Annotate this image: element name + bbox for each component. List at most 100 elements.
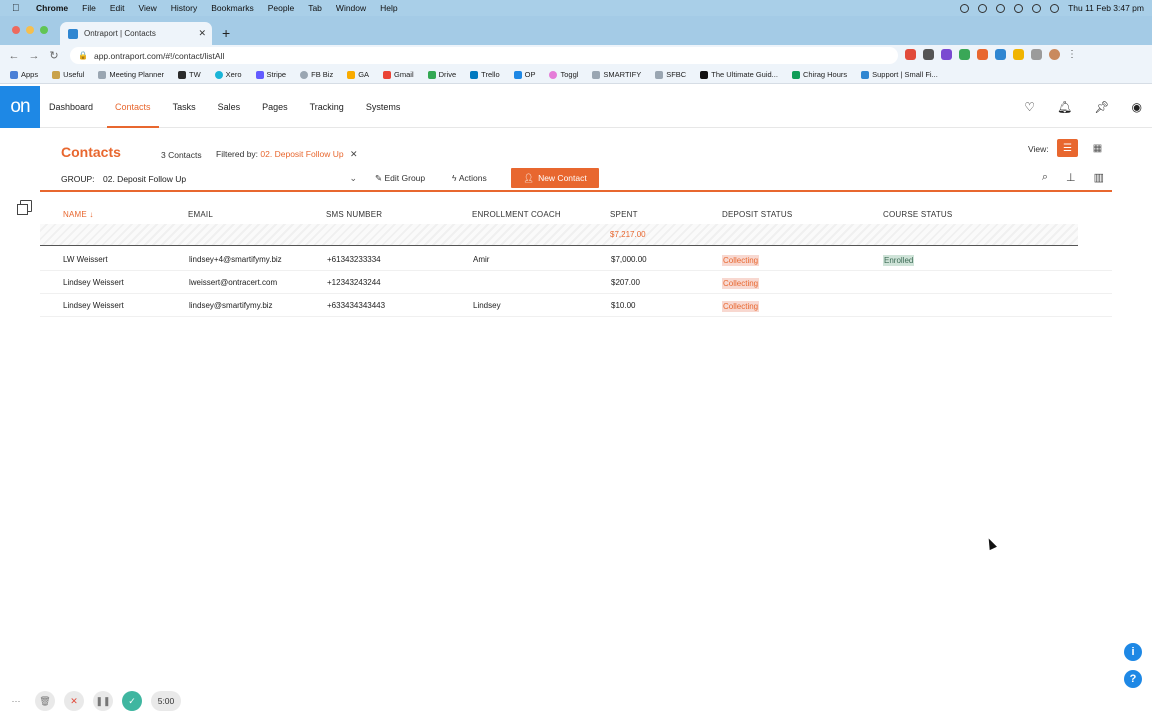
nav-contacts[interactable]: Contacts bbox=[107, 86, 158, 128]
column-header-name[interactable]: NAME ↓ bbox=[63, 210, 94, 219]
more-menu-icon[interactable]: ⋮ bbox=[1067, 49, 1078, 60]
minimize-window-button[interactable] bbox=[26, 26, 34, 34]
bookmark-item[interactable]: Apps bbox=[10, 70, 38, 79]
bookmark-item[interactable]: GA bbox=[347, 70, 369, 79]
bookmark-item[interactable]: Support | Small Fi... bbox=[861, 70, 938, 79]
finish-recording-button[interactable]: ✓ bbox=[122, 691, 142, 711]
pin-icon[interactable]: 📌︎ bbox=[1094, 100, 1109, 114]
bookmark-item[interactable]: Chirag Hours bbox=[791, 70, 847, 79]
menu-help[interactable]: Help bbox=[380, 3, 397, 13]
ontraport-logo[interactable]: on bbox=[0, 86, 40, 128]
table-row[interactable]: Lindsey Weissert lindsey@smartifymy.biz … bbox=[40, 294, 1112, 317]
search-icon[interactable]: ⌕ bbox=[1042, 171, 1048, 184]
nav-sales[interactable]: Sales bbox=[218, 86, 241, 128]
nav-tracking[interactable]: Tracking bbox=[310, 86, 344, 128]
bookmark-item[interactable]: Meeting Planner bbox=[98, 70, 164, 79]
menu-view[interactable]: View bbox=[138, 3, 156, 13]
menu-chrome[interactable]: Chrome bbox=[36, 3, 68, 13]
reload-icon[interactable]: ↻ bbox=[44, 49, 64, 62]
address-bar[interactable]: 🔒 app.ontraport.com/#!/contact/listAll bbox=[70, 47, 898, 64]
column-header-coach[interactable]: ENROLLMENT COACH bbox=[472, 210, 561, 219]
column-header-email[interactable]: EMAIL bbox=[188, 210, 213, 219]
bookmark-item[interactable]: Drive bbox=[427, 70, 456, 79]
nav-tasks[interactable]: Tasks bbox=[173, 86, 196, 128]
microphone-icon[interactable] bbox=[960, 3, 970, 13]
group-select[interactable]: 02. Deposit Follow Up ⌄ bbox=[103, 173, 357, 184]
columns-icon[interactable]: ▥ bbox=[1094, 171, 1104, 184]
profile-avatar[interactable] bbox=[1049, 49, 1060, 60]
menu-bookmarks[interactable]: Bookmarks bbox=[211, 3, 254, 13]
copy-panel-icon[interactable] bbox=[17, 200, 32, 215]
bookmark-item[interactable]: TW bbox=[178, 70, 201, 79]
remove-filter-icon[interactable]: ✕ bbox=[350, 149, 358, 159]
menu-file[interactable]: File bbox=[82, 3, 96, 13]
forward-icon[interactable]: → bbox=[24, 50, 44, 62]
bookmark-item[interactable]: FB Biz bbox=[300, 70, 333, 79]
extension-icon[interactable] bbox=[977, 49, 988, 60]
column-header-sms[interactable]: SMS NUMBER bbox=[326, 210, 382, 219]
column-header-course-status[interactable]: COURSE STATUS bbox=[883, 210, 952, 219]
extension-icon[interactable] bbox=[959, 49, 970, 60]
cell-name[interactable]: Lindsey Weissert bbox=[63, 278, 124, 287]
list-view-button[interactable]: ☰ bbox=[1057, 139, 1078, 157]
puzzle-icon[interactable] bbox=[1031, 49, 1042, 60]
maximize-window-button[interactable] bbox=[40, 26, 48, 34]
extension-icon[interactable] bbox=[923, 49, 934, 60]
bookmark-item[interactable]: The Ultimate Guid... bbox=[700, 70, 778, 79]
pin-icon[interactable]: ⊥ bbox=[1066, 171, 1076, 184]
clock[interactable]: Thu 11 Feb 3:47 pm bbox=[1068, 3, 1144, 13]
back-icon[interactable]: ← bbox=[4, 50, 24, 62]
help-button[interactable]: ? bbox=[1124, 670, 1142, 688]
menu-edit[interactable]: Edit bbox=[110, 3, 125, 13]
bookmark-item[interactable]: Stripe bbox=[255, 70, 286, 79]
nav-pages[interactable]: Pages bbox=[262, 86, 288, 128]
wifi-icon[interactable] bbox=[1032, 3, 1042, 13]
cell-name[interactable]: LW Weissert bbox=[63, 255, 108, 264]
new-contact-button[interactable]: 👤︎ New Contact bbox=[511, 168, 599, 188]
bookmark-item[interactable]: Useful bbox=[52, 70, 84, 79]
actions-button[interactable]: ϟ Actions bbox=[452, 173, 487, 183]
battery-icon[interactable] bbox=[1014, 3, 1024, 13]
browser-tab[interactable]: Ontraport | Contacts ✕ bbox=[60, 22, 212, 45]
bookmark-item[interactable]: Trello bbox=[470, 70, 500, 79]
bookmark-item[interactable]: Gmail bbox=[383, 70, 414, 79]
close-tab-icon[interactable]: ✕ bbox=[198, 28, 206, 39]
edit-group-button[interactable]: ✎ Edit Group bbox=[375, 173, 425, 184]
table-row[interactable]: Lindsey Weissert lweissert@ontracert.com… bbox=[40, 271, 1112, 294]
filter-value[interactable]: 02. Deposit Follow Up bbox=[260, 149, 343, 159]
user-icon[interactable]: ◉ bbox=[1132, 100, 1142, 114]
pause-icon[interactable]: ❚❚ bbox=[93, 691, 113, 711]
bookmark-item[interactable]: SMARTIFY bbox=[592, 70, 641, 79]
menu-people[interactable]: People bbox=[268, 3, 294, 13]
apple-icon[interactable]:  bbox=[12, 3, 24, 14]
menu-window[interactable]: Window bbox=[336, 3, 366, 13]
search-spotlight-icon[interactable] bbox=[1050, 3, 1060, 13]
bookmark-item[interactable]: Toggl bbox=[549, 70, 578, 79]
column-header-deposit-status[interactable]: DEPOSIT STATUS bbox=[722, 210, 792, 219]
more-icon[interactable]: ··· bbox=[6, 691, 26, 711]
table-row[interactable]: LW Weissert lindsey+4@smartifymy.biz +61… bbox=[40, 248, 1112, 271]
cancel-icon[interactable]: ✕ bbox=[64, 691, 84, 711]
info-button[interactable]: i bbox=[1124, 643, 1142, 661]
bookmark-item[interactable]: Xero bbox=[214, 70, 242, 79]
column-header-spent[interactable]: SPENT bbox=[610, 210, 638, 219]
extension-icon[interactable] bbox=[941, 49, 952, 60]
bluetooth-icon[interactable] bbox=[996, 3, 1006, 13]
nav-systems[interactable]: Systems bbox=[366, 86, 401, 128]
menu-history[interactable]: History bbox=[171, 3, 197, 13]
heart-icon[interactable]: ♡ bbox=[1024, 100, 1035, 114]
bookmark-item[interactable]: SFBC bbox=[655, 70, 686, 79]
bookmark-item[interactable]: OP bbox=[513, 70, 535, 79]
menu-tab[interactable]: Tab bbox=[308, 3, 322, 13]
extension-icon[interactable] bbox=[995, 49, 1006, 60]
delete-icon[interactable]: 🗑︎ bbox=[35, 691, 55, 711]
new-tab-button[interactable]: + bbox=[222, 25, 230, 41]
nav-dashboard[interactable]: Dashboard bbox=[49, 86, 93, 128]
cell-name[interactable]: Lindsey Weissert bbox=[63, 301, 124, 310]
record-icon[interactable] bbox=[978, 3, 988, 13]
grid-view-button[interactable]: ▦ bbox=[1087, 139, 1108, 157]
bell-icon[interactable]: 🔔︎ bbox=[1057, 100, 1072, 114]
close-window-button[interactable] bbox=[12, 26, 20, 34]
extension-icon[interactable] bbox=[1013, 49, 1024, 60]
extension-icon[interactable] bbox=[905, 49, 916, 60]
